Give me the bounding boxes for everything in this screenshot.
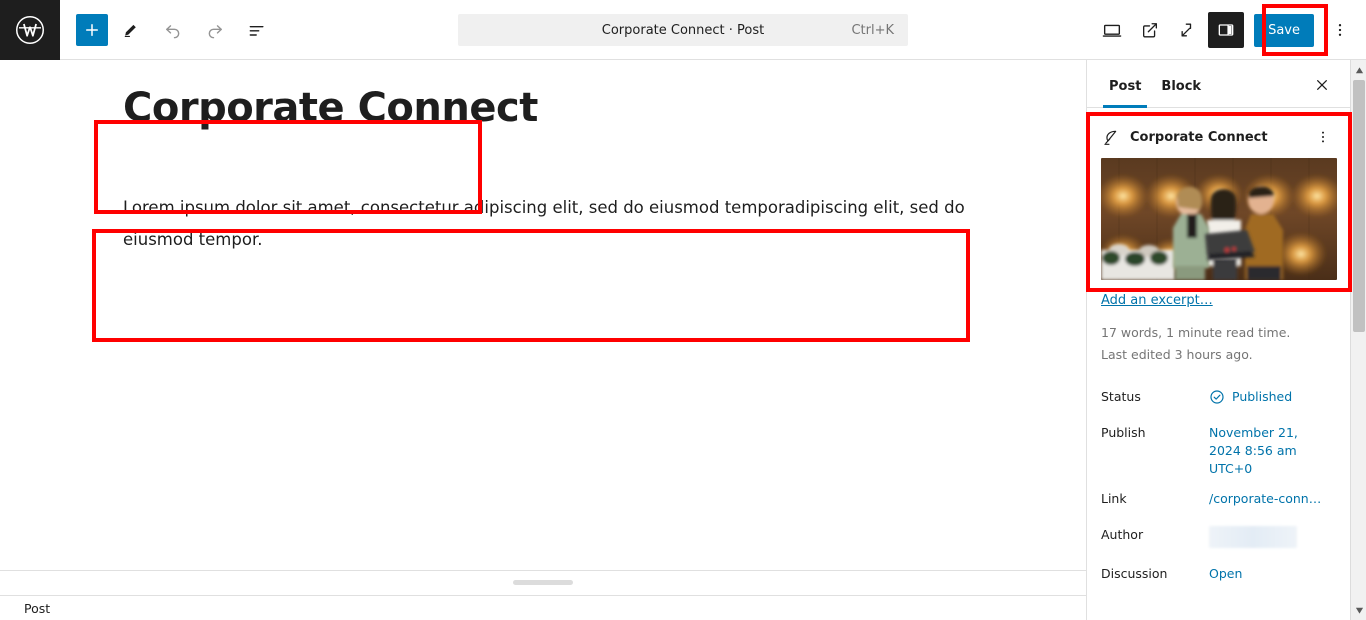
sidebar-scrollbar[interactable] bbox=[1350, 60, 1366, 620]
last-edited-text: Last edited 3 hours ago. bbox=[1101, 346, 1253, 362]
featured-image-thumbnail[interactable] bbox=[1101, 158, 1337, 280]
top-toolbar: Corporate Connect · Post Ctrl+K Save bbox=[0, 0, 1366, 60]
property-row-status: Status Published bbox=[1101, 382, 1336, 418]
command-center-shortcut: Ctrl+K bbox=[851, 22, 894, 38]
close-x-icon bbox=[1314, 77, 1330, 93]
breadcrumb: Post bbox=[0, 596, 1086, 620]
tab-post[interactable]: Post bbox=[1099, 79, 1151, 108]
sidebar-body: Corporate Connect Add an excerpt… 17 wor… bbox=[1087, 108, 1350, 595]
check-circle-icon bbox=[1209, 389, 1225, 405]
save-button-wrapper: Save bbox=[1254, 13, 1314, 47]
post-meta-info: 17 words, 1 minute read time. Last edite… bbox=[1101, 322, 1350, 366]
post-properties-list: Status Published Publish November 21, 20… bbox=[1087, 382, 1350, 596]
close-sidebar-button[interactable] bbox=[1308, 71, 1336, 99]
word-count-text: 17 words, 1 minute read time. bbox=[1101, 325, 1291, 340]
editor-left-rail bbox=[0, 60, 60, 570]
save-button[interactable]: Save bbox=[1254, 13, 1314, 47]
property-label-link: Link bbox=[1101, 491, 1127, 507]
settings-sidebar-toggle[interactable] bbox=[1208, 12, 1245, 48]
three-people-with-laptop-photo bbox=[1101, 158, 1337, 280]
settings-sidebar: Post Block Corporate Connect Add an exce… bbox=[1086, 60, 1350, 620]
undo-arrow-icon bbox=[163, 20, 183, 40]
kebab-menu-icon bbox=[1331, 21, 1349, 39]
resize-handle-icon[interactable] bbox=[513, 580, 573, 585]
property-label-status: Status bbox=[1101, 388, 1141, 404]
command-center-button[interactable]: Corporate Connect · Post Ctrl+K bbox=[458, 14, 908, 46]
scroll-down-arrow-icon[interactable] bbox=[1351, 602, 1366, 618]
property-value-author[interactable] bbox=[1209, 526, 1297, 553]
fullscreen-button[interactable] bbox=[1170, 12, 1206, 48]
redo-arrow-icon bbox=[205, 20, 225, 40]
quill-feather-icon bbox=[1101, 128, 1120, 147]
wordpress-logo-button[interactable] bbox=[0, 0, 60, 60]
sidebar-scrollbar-thumb[interactable] bbox=[1353, 80, 1365, 332]
status-badge: Published bbox=[1232, 388, 1293, 404]
fullscreen-expand-icon bbox=[1178, 20, 1198, 40]
featured-image-header: Corporate Connect bbox=[1101, 120, 1336, 154]
featured-image-card: Corporate Connect bbox=[1087, 108, 1350, 280]
property-value-publish-date[interactable]: November 21, 2024 8:56 am UTC+0 bbox=[1209, 424, 1309, 478]
pencil-icon bbox=[122, 20, 141, 39]
list-view-button[interactable] bbox=[238, 11, 276, 49]
settings-panel-icon bbox=[1216, 20, 1236, 40]
property-row-author: Author bbox=[1101, 520, 1336, 559]
toolbar-left-group bbox=[60, 11, 276, 49]
editor-canvas[interactable]: Corporate Connect Lorem ipsum dolor sit … bbox=[60, 60, 1086, 570]
scroll-up-arrow-icon[interactable] bbox=[1351, 62, 1366, 78]
property-label-discussion: Discussion bbox=[1101, 566, 1168, 582]
property-label-publish: Publish bbox=[1101, 424, 1146, 440]
post-title[interactable]: Corporate Connect bbox=[123, 85, 538, 131]
command-center-title: Corporate Connect · Post bbox=[601, 22, 765, 38]
add-excerpt-link[interactable]: Add an excerpt… bbox=[1101, 293, 1213, 308]
toolbar-right-group: Save bbox=[1094, 0, 1358, 60]
featured-image-menu-button[interactable] bbox=[1310, 124, 1336, 150]
wordpress-logo-icon bbox=[15, 15, 45, 45]
property-row-discussion: Discussion Open bbox=[1101, 559, 1336, 595]
add-block-button[interactable] bbox=[76, 13, 108, 46]
post-paragraph-block[interactable]: Lorem ipsum dolor sit amet, consectetur … bbox=[123, 192, 968, 256]
property-row-publish: Publish November 21, 2024 8:56 am UTC+0 bbox=[1101, 418, 1336, 484]
breadcrumb-item-post[interactable]: Post bbox=[24, 601, 50, 616]
list-view-icon bbox=[247, 20, 267, 40]
undo-button[interactable] bbox=[154, 11, 192, 49]
external-link-icon bbox=[1140, 20, 1160, 40]
plus-icon bbox=[83, 21, 101, 39]
preview-external-button[interactable] bbox=[1132, 12, 1168, 48]
property-label-author: Author bbox=[1101, 527, 1144, 543]
property-value-status[interactable]: Published bbox=[1209, 388, 1292, 406]
property-row-link: Link /corporate-conn… bbox=[1101, 484, 1336, 520]
property-value-discussion[interactable]: Open bbox=[1209, 565, 1242, 583]
view-device-button[interactable] bbox=[1094, 12, 1130, 48]
more-options-button[interactable] bbox=[1322, 12, 1358, 48]
tab-block[interactable]: Block bbox=[1151, 79, 1211, 107]
tools-pencil-button[interactable] bbox=[112, 11, 150, 49]
desktop-monitor-icon bbox=[1101, 19, 1123, 41]
redo-button[interactable] bbox=[196, 11, 234, 49]
editor-app: Corporate Connect · Post Ctrl+K Save Cor… bbox=[0, 0, 1366, 620]
property-value-permalink[interactable]: /corporate-conn… bbox=[1209, 490, 1321, 508]
redacted-author-value bbox=[1209, 526, 1297, 549]
featured-post-title: Corporate Connect bbox=[1130, 129, 1268, 145]
sidebar-tablist: Post Block bbox=[1087, 60, 1350, 108]
